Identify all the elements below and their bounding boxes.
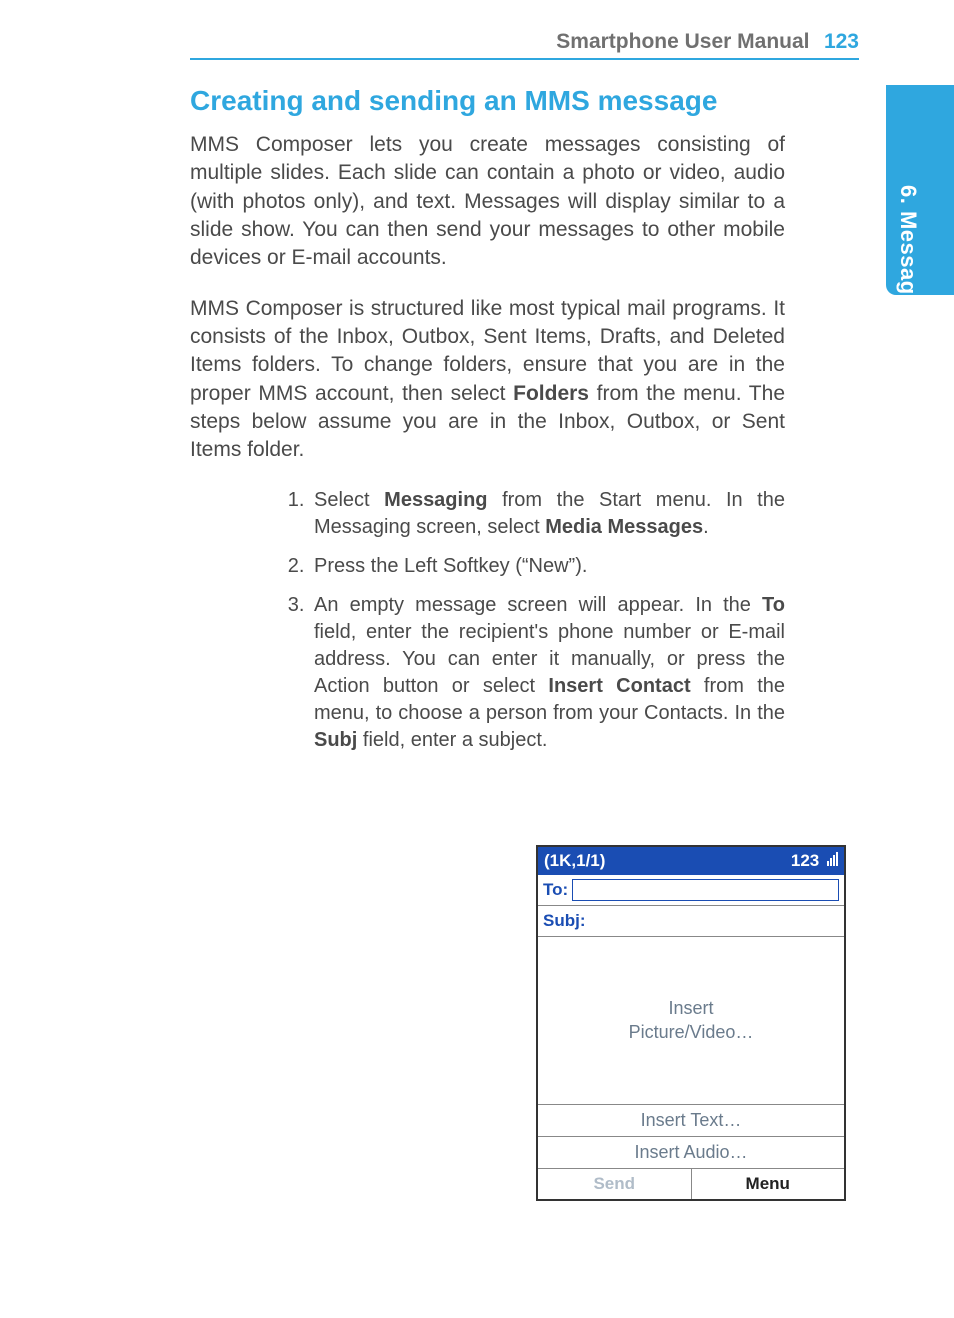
section-heading: Creating and sending an MMS message bbox=[190, 85, 785, 117]
softkey-bar: Send Menu bbox=[538, 1169, 844, 1199]
step3-a: An empty message screen will appear. In … bbox=[314, 594, 762, 616]
step3-bold-subj: Subj bbox=[314, 729, 357, 751]
steps-list: Select Messaging from the Start menu. In… bbox=[280, 487, 785, 754]
step1-bold-messaging: Messaging bbox=[384, 489, 487, 511]
softkey-send[interactable]: Send bbox=[538, 1169, 692, 1199]
signal-icon bbox=[827, 852, 838, 866]
step-2: Press the Left Softkey (“New”). bbox=[310, 553, 785, 580]
subj-row: Subj: bbox=[538, 906, 844, 937]
phone-titlebar: (1K,1/1) 123 bbox=[538, 847, 844, 875]
chapter-tab: 6. Messaging features bbox=[886, 85, 954, 295]
insert-picture-area[interactable]: InsertPicture/Video… bbox=[538, 937, 844, 1105]
step1-a: Select bbox=[314, 489, 384, 511]
main-content: Creating and sending an MMS message MMS … bbox=[190, 85, 785, 766]
insert-audio-row[interactable]: Insert Audio… bbox=[538, 1137, 844, 1169]
softkey-menu[interactable]: Menu bbox=[692, 1169, 845, 1199]
manual-title: Smartphone User Manual bbox=[556, 30, 809, 53]
subj-field[interactable] bbox=[590, 910, 840, 932]
step1-c: . bbox=[703, 516, 709, 538]
to-label: To: bbox=[543, 880, 568, 900]
page-header: Smartphone User Manual 123 bbox=[190, 30, 859, 60]
step3-d: field, enter a subject. bbox=[357, 729, 547, 751]
status-right: 123 bbox=[791, 851, 819, 870]
status-right-wrap: 123 bbox=[791, 851, 838, 871]
para2-bold-folders: Folders bbox=[513, 382, 589, 405]
step-1: Select Messaging from the Start menu. In… bbox=[310, 487, 785, 541]
chapter-tab-label: 6. Messaging features bbox=[895, 185, 921, 425]
status-left: (1K,1/1) bbox=[544, 851, 605, 871]
phone-screenshot: (1K,1/1) 123 To: Subj: InsertPicture/Vid… bbox=[536, 845, 846, 1201]
insert-text-row[interactable]: Insert Text… bbox=[538, 1105, 844, 1137]
intro-paragraph-2: MMS Composer is structured like most typ… bbox=[190, 295, 785, 465]
insert-picture-label: InsertPicture/Video… bbox=[629, 997, 754, 1044]
step1-bold-media: Media Messages bbox=[545, 516, 703, 538]
to-field[interactable] bbox=[572, 879, 839, 901]
step-3: An empty message screen will appear. In … bbox=[310, 592, 785, 754]
intro-paragraph-1: MMS Composer lets you create messages co… bbox=[190, 131, 785, 273]
step3-bold-insert-contact: Insert Contact bbox=[548, 675, 690, 697]
subj-label: Subj: bbox=[543, 911, 586, 931]
to-row: To: bbox=[538, 875, 844, 906]
step3-bold-to: To bbox=[762, 594, 785, 616]
page-number: 123 bbox=[824, 30, 859, 53]
